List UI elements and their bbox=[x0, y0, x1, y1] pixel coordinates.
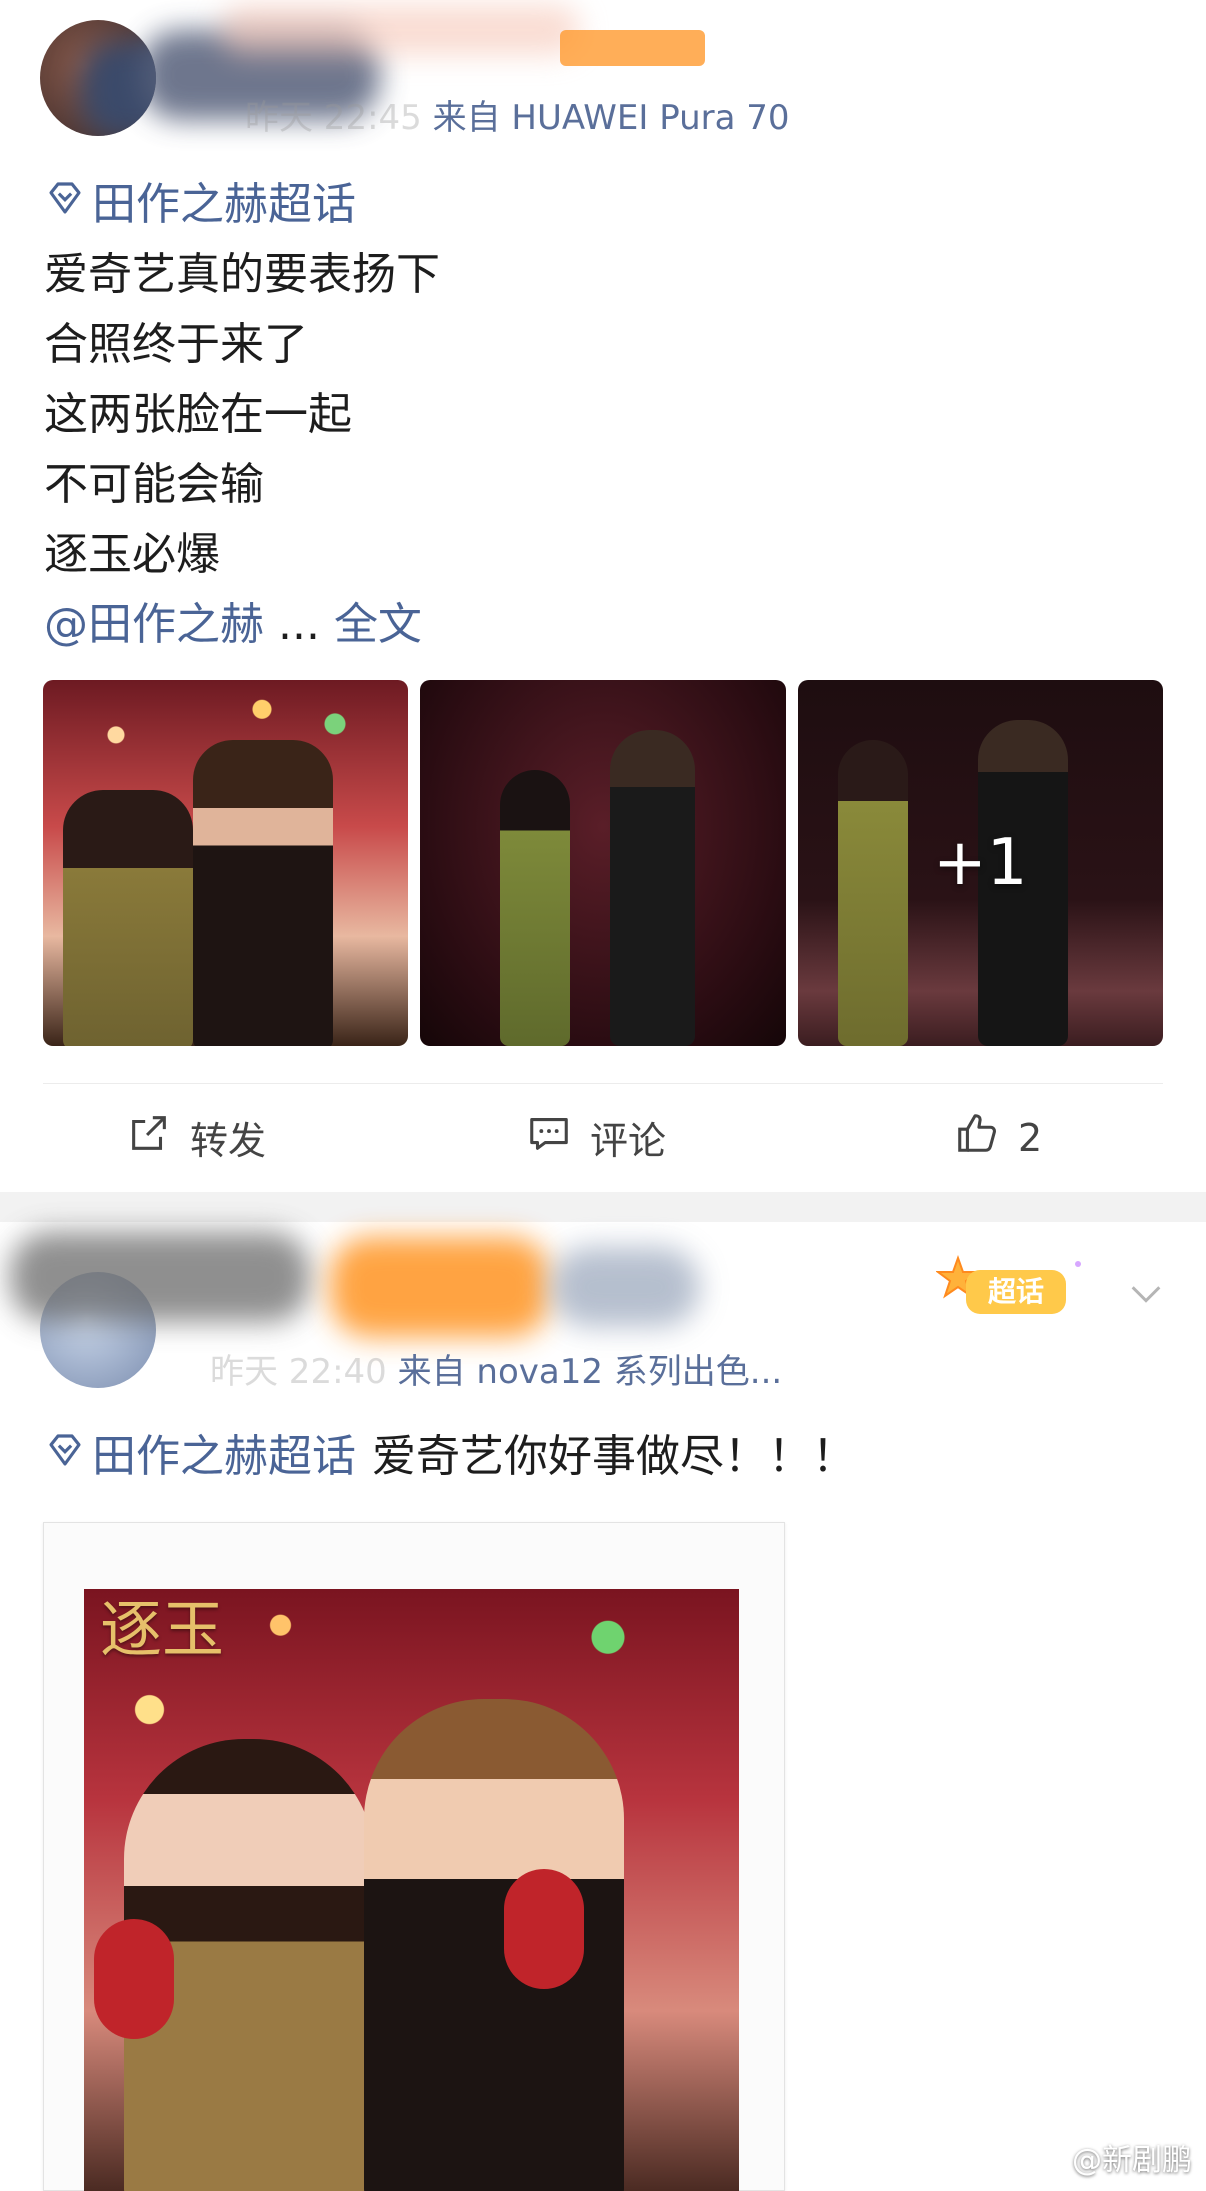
username-redacted bbox=[10, 1232, 310, 1322]
post-line: 爱奇艺真的要表扬下 bbox=[44, 249, 440, 300]
like-count: 2 bbox=[1018, 1115, 1043, 1160]
comment-label: 评论 bbox=[590, 1119, 667, 1163]
topic-label: 田作之赫超话 bbox=[92, 179, 356, 230]
feed-separator bbox=[0, 1192, 1206, 1222]
avatar[interactable] bbox=[40, 20, 156, 136]
post-source: 来自 HUAWEI Pura 70 bbox=[432, 98, 790, 138]
post-meta: 昨天 22:40 来自 nova12 系列出色... bbox=[210, 1344, 782, 1393]
topic-link[interactable]: 田作之赫超话 bbox=[92, 1422, 356, 1492]
chevron-down-icon[interactable] bbox=[1126, 1274, 1166, 1314]
thumbs-up-icon bbox=[954, 1110, 1000, 1165]
post-line-last: @田作之赫 ... 全文 bbox=[44, 590, 440, 660]
photo-thumbnail[interactable]: +1 bbox=[797, 680, 1163, 1046]
username-redacted bbox=[550, 1247, 700, 1327]
post-card: 昨天 22:40 来自 nova12 系列出色... 超话 田作之赫超话 爱奇艺… bbox=[0, 1222, 1206, 2191]
photo-thumbnail[interactable] bbox=[420, 680, 786, 1046]
supertopic-badge[interactable]: 超话 bbox=[935, 1252, 1086, 1328]
more-photos-count: +1 bbox=[933, 826, 1028, 900]
divider bbox=[43, 1083, 1163, 1084]
comment-bubble-icon bbox=[526, 1110, 572, 1165]
username-redacted bbox=[220, 5, 580, 55]
post-line: 不可能会输 bbox=[44, 459, 264, 510]
post-source: 来自 nova12 系列出色... bbox=[397, 1352, 783, 1392]
member-badge bbox=[560, 30, 705, 66]
supertopic-badge-label: 超话 bbox=[988, 1276, 1044, 1307]
diamond-topic-icon bbox=[44, 170, 86, 240]
photo: 逐玉 bbox=[84, 1589, 739, 2191]
post-image[interactable]: 逐玉 bbox=[43, 1522, 785, 2191]
post-card: 昨天 22:45 来自 HUAWEI Pura 70 田作之赫超话 爱奇艺真的要… bbox=[0, 0, 1206, 1192]
photo-grid: +1 bbox=[43, 680, 1163, 1046]
poster-title: 逐玉 bbox=[100, 1593, 225, 1666]
watermark-label: @新剧鹏 bbox=[1072, 2143, 1192, 2178]
post-time: 昨天 22:40 bbox=[210, 1352, 387, 1392]
action-bar: 转发 评论 2 bbox=[0, 1100, 1206, 1170]
comment-button[interactable]: 评论 bbox=[526, 1110, 666, 1165]
fulltext-link[interactable]: 全文 bbox=[334, 599, 422, 650]
repost-label: 转发 bbox=[190, 1119, 267, 1163]
weibo-logo-icon bbox=[1036, 2138, 1066, 2176]
like-button[interactable]: 2 bbox=[954, 1110, 1042, 1165]
post-line: 这两张脸在一起 bbox=[44, 389, 352, 440]
post-meta: 昨天 22:45 来自 HUAWEI Pura 70 bbox=[245, 90, 790, 139]
share-out-icon bbox=[126, 1110, 172, 1165]
post-body: 田作之赫超话 爱奇艺你好事做尽！！！ bbox=[44, 1422, 856, 1492]
username-redacted bbox=[330, 1237, 550, 1337]
photo-thumbnail[interactable] bbox=[43, 680, 409, 1046]
watermark: @新剧鹏 bbox=[1036, 2135, 1192, 2179]
post-line: 合照终于来了 bbox=[44, 319, 308, 370]
post-first-line: 田作之赫超话 爱奇艺你好事做尽！！！ bbox=[44, 1422, 856, 1492]
repost-button[interactable]: 转发 bbox=[126, 1110, 266, 1165]
diamond-topic-icon bbox=[44, 1422, 86, 1492]
topic-link[interactable]: 田作之赫超话 bbox=[44, 170, 440, 240]
ellipsis: ... bbox=[264, 599, 334, 650]
post-line: 逐玉必爆 bbox=[44, 529, 220, 580]
mention-link[interactable]: @田作之赫 bbox=[44, 599, 264, 650]
post-time: 昨天 22:45 bbox=[245, 98, 422, 138]
post-body: 田作之赫超话 爱奇艺真的要表扬下 合照终于来了 这两张脸在一起 不可能会输 逐玉… bbox=[44, 170, 440, 660]
post-text: 爱奇艺你好事做尽！！！ bbox=[372, 1431, 856, 1482]
